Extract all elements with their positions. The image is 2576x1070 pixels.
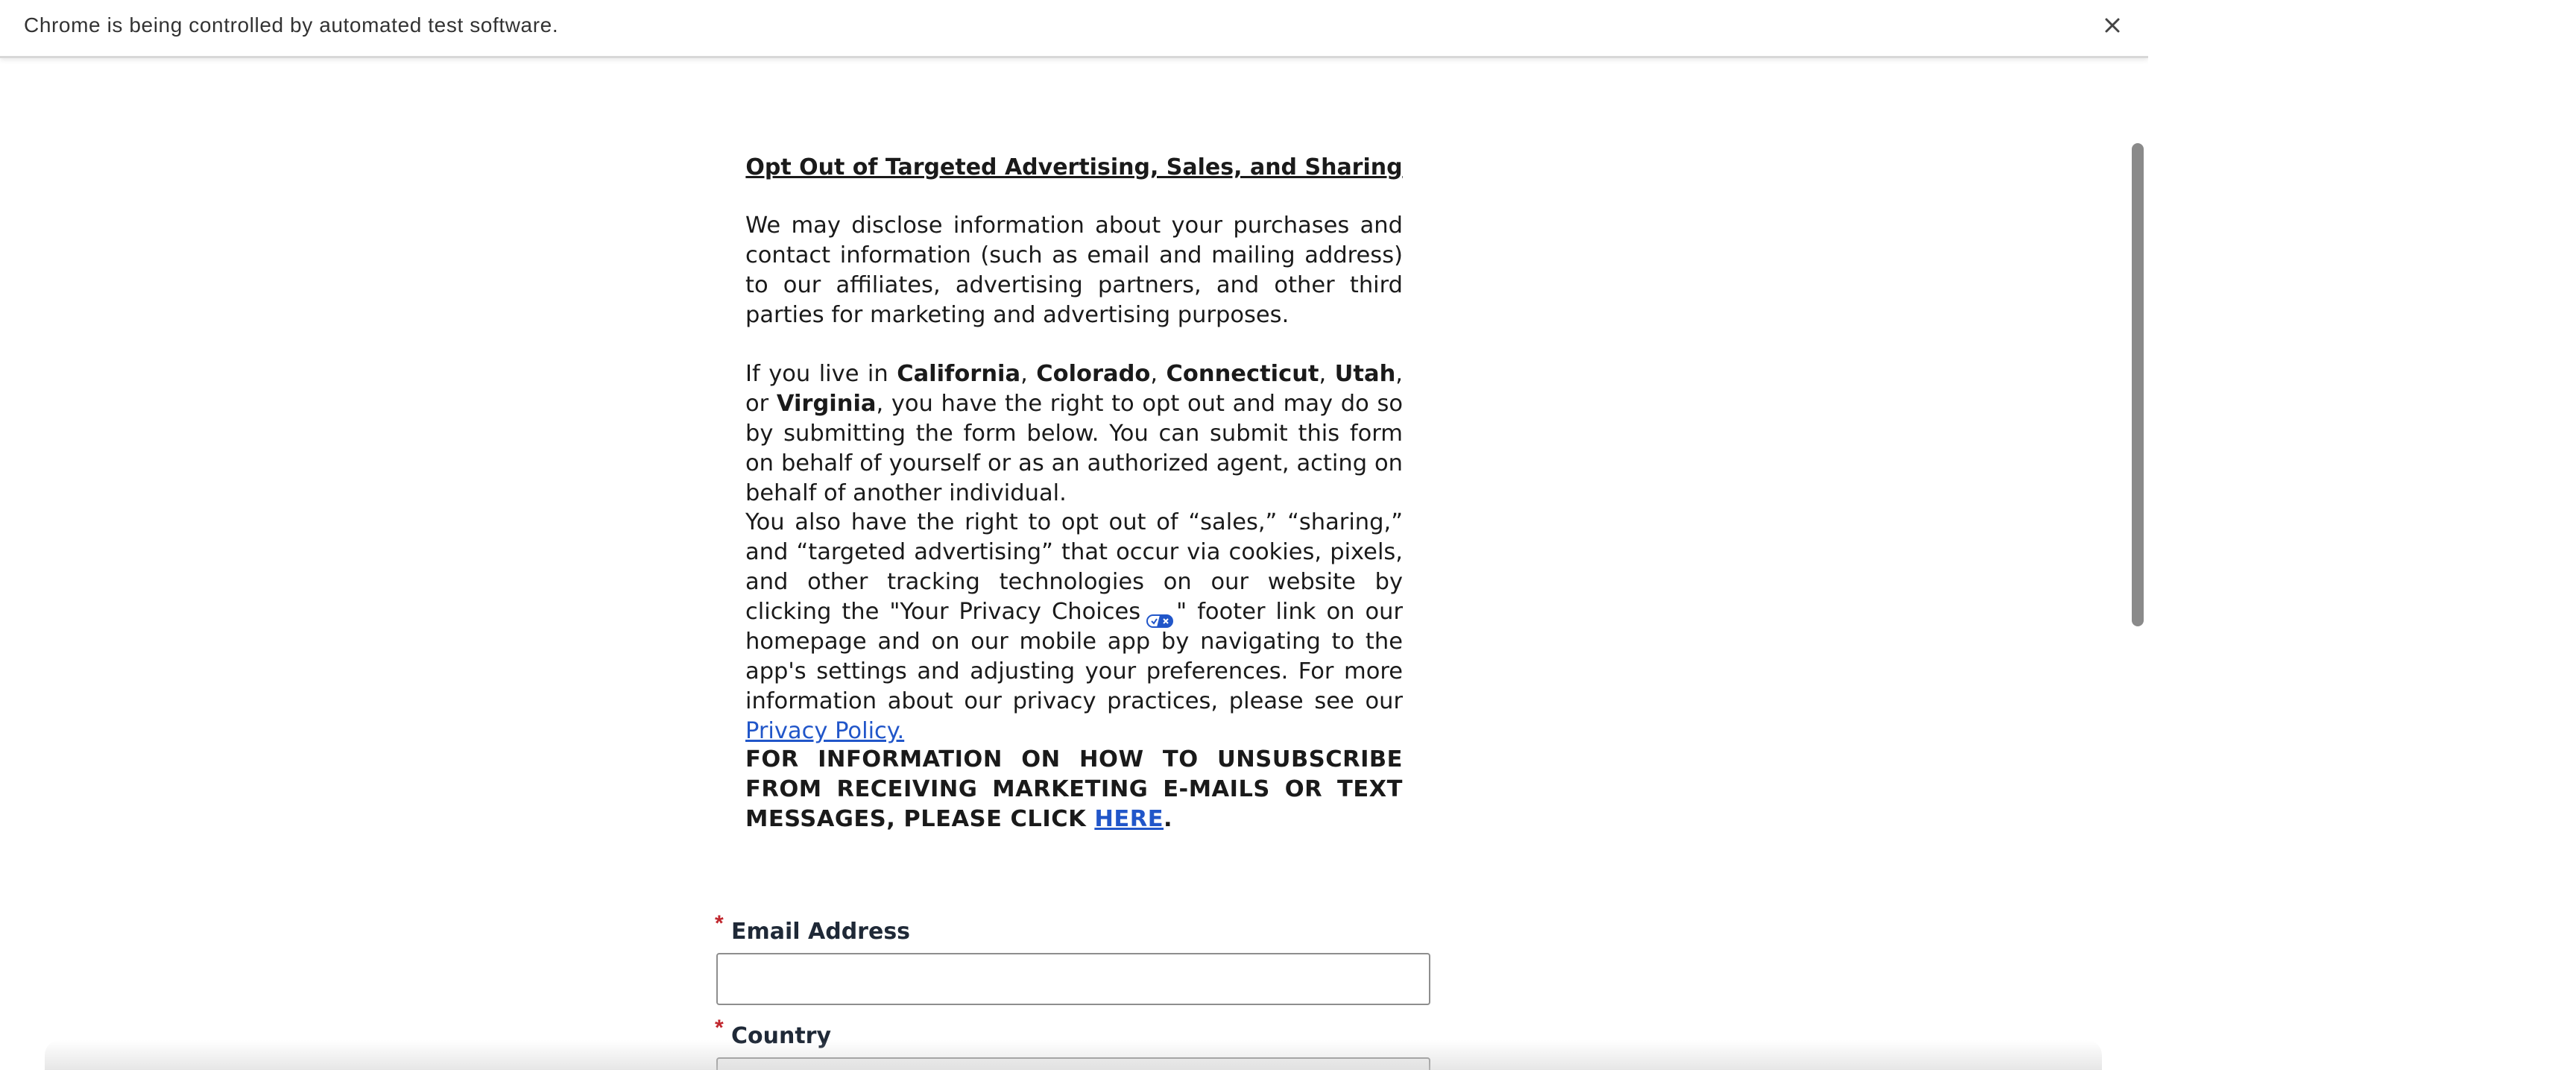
disclosure-paragraph: We may disclose information about your p… (745, 213, 1403, 328)
required-mark: * (715, 911, 724, 936)
period: . (1164, 806, 1173, 832)
close-icon[interactable] (2097, 10, 2127, 40)
country-label: Country (731, 1023, 832, 1049)
state-connecticut: Connecticut (1166, 361, 1319, 387)
unsubscribe-here-link[interactable]: HERE (1094, 806, 1164, 832)
scrollbar-thumb[interactable] (2132, 143, 2144, 626)
state-utah: Utah (1334, 361, 1396, 387)
country-select[interactable] (716, 1057, 1430, 1070)
opt-out-article: Opt Out of Targeted Advertising, Sales, … (745, 153, 1403, 832)
state-rights-paragraph: If you live in California, Colorado, Con… (745, 359, 1403, 509)
cookie-opt-out-paragraph: You also have the right to opt out of “s… (745, 508, 1403, 746)
blank-area (2148, 0, 2576, 1070)
page-title: Opt Out of Targeted Advertising, Sales, … (745, 154, 1403, 180)
state-california: California (897, 361, 1021, 387)
state-rights-lead: If you live in (745, 361, 897, 387)
state-colorado: Colorado (1036, 361, 1151, 387)
privacy-choices-toggle-icon (1146, 606, 1174, 628)
separator: , (1020, 361, 1037, 387)
automation-infobar: Chrome is being controlled by automated … (0, 0, 2148, 58)
unsubscribe-text: FOR INFORMATION ON HOW TO UNSUBSCRIBE FR… (745, 746, 1403, 832)
required-mark: * (715, 1016, 724, 1040)
browser-window: Chrome is being controlled by automated … (0, 0, 2148, 1070)
privacy-policy-link[interactable]: Privacy Policy. (745, 718, 904, 744)
email-field[interactable] (716, 953, 1430, 1005)
email-label: Email Address (731, 919, 911, 945)
unsubscribe-paragraph: FOR INFORMATION ON HOW TO UNSUBSCRIBE FR… (745, 745, 1403, 834)
state-virginia: Virginia (776, 391, 877, 417)
separator: , (1150, 361, 1167, 387)
separator: , (1319, 361, 1335, 387)
infobar-message: Chrome is being controlled by automated … (24, 13, 559, 37)
